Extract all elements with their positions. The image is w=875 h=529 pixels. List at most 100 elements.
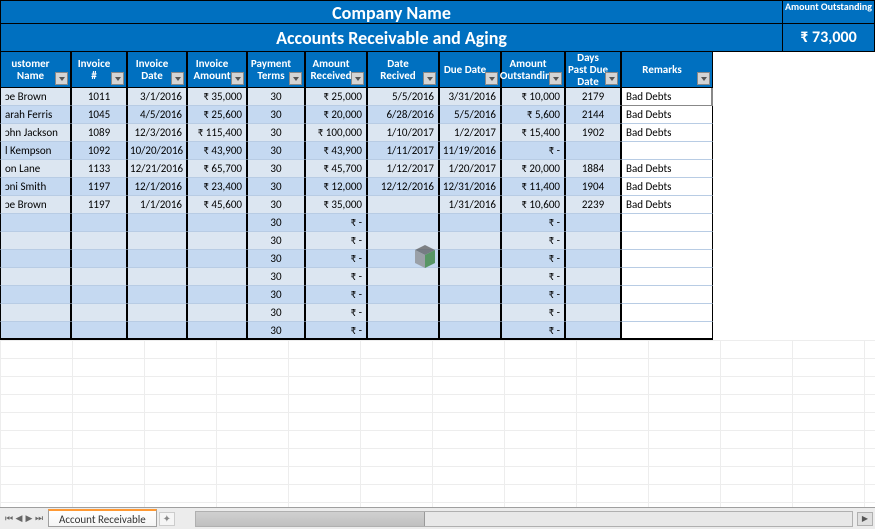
cell-days[interactable] bbox=[565, 286, 621, 304]
cell-rem[interactable] bbox=[621, 214, 713, 232]
cell-name[interactable] bbox=[0, 304, 71, 322]
cell-due[interactable] bbox=[439, 322, 501, 340]
cell-iamt[interactable] bbox=[187, 322, 247, 340]
cell-rem[interactable]: Bad Debts bbox=[621, 106, 713, 124]
cell-days[interactable]: 2239 bbox=[565, 196, 621, 214]
cell-days[interactable] bbox=[565, 232, 621, 250]
filter-dropdown-7[interactable] bbox=[485, 72, 498, 85]
cell-name[interactable]: ɔe Brown bbox=[0, 88, 71, 106]
cell-inv[interactable] bbox=[71, 214, 127, 232]
filter-dropdown-3[interactable] bbox=[231, 72, 244, 85]
cell-due[interactable]: 1/20/2017 bbox=[439, 160, 501, 178]
cell-idate[interactable]: 12/1/2016 bbox=[127, 178, 187, 196]
cell-name[interactable] bbox=[0, 250, 71, 268]
cell-days[interactable]: 2144 bbox=[565, 106, 621, 124]
scroll-right-button[interactable]: ▶ bbox=[857, 512, 873, 526]
cell-terms[interactable]: 30 bbox=[247, 196, 305, 214]
cell-out[interactable]: ₹ 20,000 bbox=[501, 160, 565, 178]
cell-name[interactable]: arah Ferris bbox=[0, 106, 71, 124]
cell-terms[interactable]: 30 bbox=[247, 88, 305, 106]
cell-due[interactable]: 1/2/2017 bbox=[439, 124, 501, 142]
cell-idate[interactable]: 3/1/2016 bbox=[127, 88, 187, 106]
cell-terms[interactable]: 30 bbox=[247, 124, 305, 142]
cell-arec[interactable]: ₹ 43,900 bbox=[305, 142, 367, 160]
cell-name[interactable]: ɔhn Jackson bbox=[0, 124, 71, 142]
cell-drec[interactable]: 1/10/2017 bbox=[367, 124, 439, 142]
cell-terms[interactable]: 30 bbox=[247, 250, 305, 268]
tab-nav-first[interactable]: ⏮ bbox=[4, 512, 14, 526]
cell-iamt[interactable] bbox=[187, 304, 247, 322]
cell-due[interactable] bbox=[439, 232, 501, 250]
cell-name[interactable] bbox=[0, 232, 71, 250]
cell-arec[interactable]: ₹ 25,000 bbox=[305, 88, 367, 106]
cell-rem[interactable] bbox=[621, 250, 713, 268]
cell-drec[interactable]: 12/12/2016 bbox=[367, 178, 439, 196]
cell-days[interactable]: 1904 bbox=[565, 178, 621, 196]
cell-iamt[interactable]: ₹ 35,000 bbox=[187, 88, 247, 106]
empty-grid[interactable] bbox=[0, 340, 875, 507]
cell-name[interactable]: on Lane bbox=[0, 160, 71, 178]
cell-idate[interactable] bbox=[127, 304, 187, 322]
cell-name[interactable] bbox=[0, 322, 71, 340]
filter-dropdown-6[interactable] bbox=[423, 72, 436, 85]
cell-rem[interactable] bbox=[621, 286, 713, 304]
cell-idate[interactable] bbox=[127, 250, 187, 268]
horizontal-scrollbar[interactable] bbox=[195, 511, 853, 527]
cell-out[interactable]: ₹ - bbox=[501, 232, 565, 250]
cell-terms[interactable]: 30 bbox=[247, 142, 305, 160]
cell-days[interactable]: 1884 bbox=[565, 160, 621, 178]
cell-name[interactable] bbox=[0, 286, 71, 304]
cell-terms[interactable]: 30 bbox=[247, 106, 305, 124]
cell-due[interactable]: 11/19/2016 bbox=[439, 142, 501, 160]
table-row[interactable]: ɔe Brown10113/1/2016₹ 35,00030₹ 25,0005/… bbox=[0, 88, 875, 106]
cell-rem[interactable]: Bad Debts bbox=[621, 88, 713, 106]
cell-name[interactable] bbox=[0, 268, 71, 286]
tab-nav-prev[interactable]: ◀ bbox=[14, 512, 24, 526]
tab-nav-last[interactable]: ⏭ bbox=[34, 512, 44, 526]
table-row[interactable]: l Kempson109210/20/2016₹ 43,90030₹ 43,90… bbox=[0, 142, 875, 160]
cell-idate[interactable]: 10/20/2016 bbox=[127, 142, 187, 160]
cell-days[interactable]: 2179 bbox=[565, 88, 621, 106]
cell-arec[interactable]: ₹ - bbox=[305, 214, 367, 232]
cell-arec[interactable]: ₹ - bbox=[305, 286, 367, 304]
cell-out[interactable]: ₹ 11,400 bbox=[501, 178, 565, 196]
cell-out[interactable]: ₹ 10,000 bbox=[501, 88, 565, 106]
table-row[interactable]: 30₹ -₹ - bbox=[0, 268, 875, 286]
cell-terms[interactable]: 30 bbox=[247, 304, 305, 322]
cell-drec[interactable] bbox=[367, 214, 439, 232]
cell-drec[interactable]: 6/28/2016 bbox=[367, 106, 439, 124]
cell-out[interactable]: ₹ - bbox=[501, 250, 565, 268]
cell-idate[interactable] bbox=[127, 286, 187, 304]
cell-days[interactable] bbox=[565, 214, 621, 232]
cell-drec[interactable]: 1/12/2017 bbox=[367, 160, 439, 178]
table-row[interactable]: 30₹ -₹ - bbox=[0, 322, 875, 340]
cell-arec[interactable]: ₹ 45,700 bbox=[305, 160, 367, 178]
cell-idate[interactable]: 12/21/2016 bbox=[127, 160, 187, 178]
cell-name[interactable]: ɔe Brown bbox=[0, 196, 71, 214]
cell-inv[interactable]: 1045 bbox=[71, 106, 127, 124]
cell-out[interactable]: ₹ - bbox=[501, 322, 565, 340]
cell-idate[interactable]: 1/1/2016 bbox=[127, 196, 187, 214]
cell-iamt[interactable]: ₹ 25,600 bbox=[187, 106, 247, 124]
table-row[interactable]: 30₹ -₹ - bbox=[0, 214, 875, 232]
cell-rem[interactable]: Bad Debts bbox=[621, 160, 713, 178]
cell-drec[interactable] bbox=[367, 304, 439, 322]
cell-drec[interactable] bbox=[367, 196, 439, 214]
table-row[interactable]: 30₹ -₹ - bbox=[0, 304, 875, 322]
cell-iamt[interactable]: ₹ 23,400 bbox=[187, 178, 247, 196]
cell-rem[interactable]: Bad Debts bbox=[621, 124, 713, 142]
cell-inv[interactable]: 1092 bbox=[71, 142, 127, 160]
cell-due[interactable] bbox=[439, 268, 501, 286]
filter-dropdown-10[interactable] bbox=[697, 72, 710, 85]
cell-drec[interactable] bbox=[367, 268, 439, 286]
cell-idate[interactable] bbox=[127, 232, 187, 250]
cell-iamt[interactable]: ₹ 115,400 bbox=[187, 124, 247, 142]
cell-name[interactable]: l Kempson bbox=[0, 142, 71, 160]
cell-inv[interactable] bbox=[71, 232, 127, 250]
sheet-tab-account-receivable[interactable]: Account Receivable bbox=[48, 509, 157, 527]
cell-due[interactable]: 12/31/2016 bbox=[439, 178, 501, 196]
cell-terms[interactable]: 30 bbox=[247, 160, 305, 178]
cell-days[interactable]: 1902 bbox=[565, 124, 621, 142]
filter-dropdown-0[interactable] bbox=[55, 72, 68, 85]
cell-out[interactable]: ₹ - bbox=[501, 142, 565, 160]
